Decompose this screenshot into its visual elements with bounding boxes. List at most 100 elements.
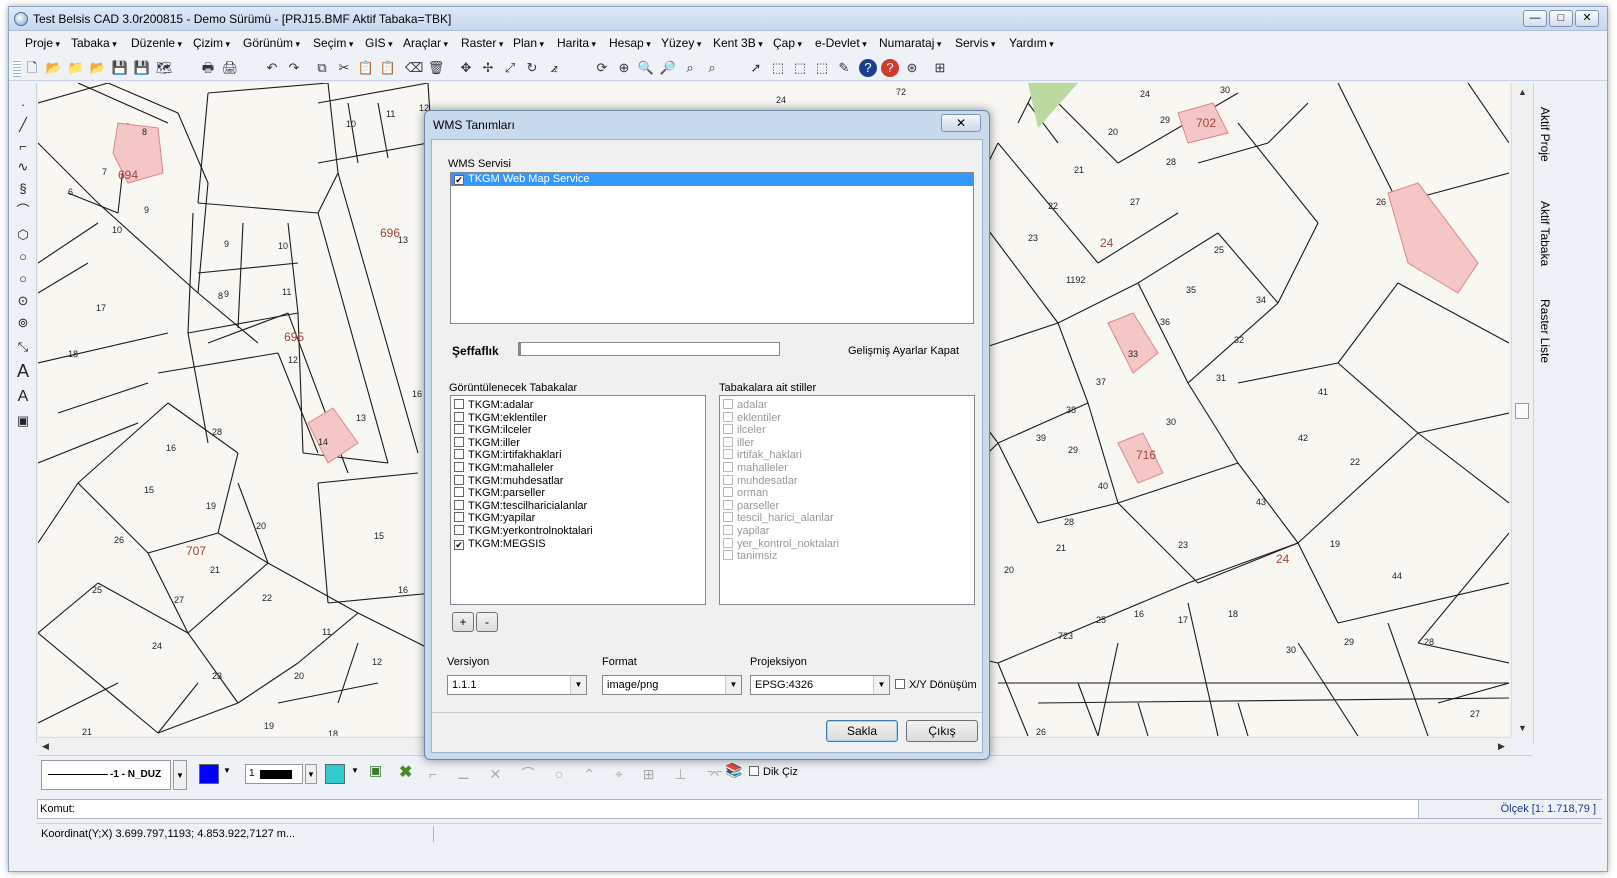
dik-ciz-checkbox[interactable]: [749, 766, 759, 776]
exit-button[interactable]: Çıkış: [906, 720, 978, 742]
zoom-in-icon[interactable]: 🔍: [637, 59, 655, 77]
dik-ciz-toggle[interactable]: Dik Çiz: [749, 766, 798, 778]
scroll-down-icon[interactable]: ▼: [1518, 723, 1527, 733]
layer-item[interactable]: TKGM:parseller: [451, 487, 705, 500]
dialog-close-button[interactable]: ✕: [941, 114, 981, 132]
menu-kent-3b[interactable]: Kent 3B: [713, 36, 763, 50]
layer-item[interactable]: TKGM:eklentiler: [451, 411, 705, 425]
picture-icon[interactable]: ▣: [369, 762, 389, 782]
menu-seçim[interactable]: Seçim: [313, 36, 353, 50]
projection-select[interactable]: EPSG:4326 ▼: [750, 675, 890, 695]
circle-icon[interactable]: ○: [15, 249, 31, 265]
command-bar[interactable]: Komut: Ölçek [1: 1.718,79 ]: [37, 799, 1602, 819]
line-color-swatch[interactable]: [199, 764, 219, 784]
menu-çap[interactable]: Çap: [773, 36, 802, 50]
version-dropdown-icon[interactable]: ▼: [570, 676, 586, 694]
save-button[interactable]: Sakla: [826, 720, 898, 742]
menu-servis[interactable]: Servis: [955, 36, 995, 50]
layer-item[interactable]: TKGM:muhdesatlar: [451, 474, 705, 488]
menu-yardım[interactable]: Yardım: [1009, 36, 1054, 50]
layer-item[interactable]: TKGM:yerkontrolnoktalari: [451, 524, 705, 538]
paste-special-icon[interactable]: 📋: [379, 59, 397, 77]
layer-checkbox[interactable]: [454, 524, 464, 535]
wms-service-item[interactable]: ✔ TKGM Web Map Service: [451, 173, 973, 186]
transparency-slider[interactable]: [518, 342, 780, 356]
polygon-icon[interactable]: ⬡: [15, 227, 31, 243]
layer-item[interactable]: TKGM:tescilharicialanlar: [451, 499, 705, 513]
pan-icon[interactable]: ✢: [479, 59, 497, 77]
measure-icon[interactable]: ⦨: [545, 59, 563, 77]
layer-item[interactable]: TKGM:mahalleler: [451, 461, 705, 475]
layer-checkbox[interactable]: [454, 411, 464, 422]
move-icon[interactable]: ✥: [457, 59, 475, 77]
menu-plan[interactable]: Plan: [513, 36, 544, 50]
linetype-dropdown-icon[interactable]: ▼: [173, 760, 187, 790]
new-file-icon[interactable]: 🗋: [23, 59, 41, 77]
scroll-right-icon[interactable]: ▶: [1498, 741, 1505, 752]
menu-düzenle[interactable]: Düzenle: [131, 36, 182, 50]
copy-icon[interactable]: ⧉: [313, 59, 331, 77]
arc-icon[interactable]: ⌒: [15, 203, 31, 219]
advanced-settings-toggle[interactable]: Gelişmiş Ayarlar Kapat: [848, 345, 959, 357]
menu-proje[interactable]: Proje: [25, 36, 60, 50]
layer-checkbox[interactable]: [454, 436, 464, 447]
open-file-icon[interactable]: 📂: [45, 59, 63, 77]
scale-icon[interactable]: ⤢: [501, 59, 519, 77]
tab-active-layer[interactable]: Aktif Tabaka: [1538, 201, 1552, 266]
menu-e-devlet[interactable]: e-Devlet: [815, 36, 867, 50]
zoom-out-icon[interactable]: 🔎: [659, 59, 677, 77]
properties-icon[interactable]: ✎: [835, 59, 853, 77]
save-as-icon[interactable]: 💾: [133, 59, 151, 77]
layer-checkbox[interactable]: [454, 474, 464, 485]
vertical-scroll-thumb[interactable]: [1515, 403, 1529, 419]
layer-checkbox[interactable]: [454, 487, 464, 498]
point-icon[interactable]: ·: [15, 97, 31, 113]
text-outline-icon[interactable]: A: [15, 389, 31, 405]
menu-raster[interactable]: Raster: [461, 36, 503, 50]
binoculars-icon[interactable]: ⊛: [903, 59, 921, 77]
spline-icon[interactable]: ∿: [15, 159, 31, 175]
add-layer-button[interactable]: +: [452, 612, 474, 632]
undo-icon[interactable]: ↶: [263, 59, 281, 77]
menu-çizim[interactable]: Çizim: [193, 36, 230, 50]
maximize-button[interactable]: □: [1549, 10, 1573, 27]
google-icon[interactable]: 🗺: [155, 59, 173, 77]
layer-checkbox[interactable]: [454, 461, 464, 472]
curve-icon[interactable]: §: [15, 181, 31, 197]
rotate-icon[interactable]: ↻: [523, 59, 541, 77]
menu-tabaka[interactable]: Tabaka: [71, 36, 117, 50]
image-icon[interactable]: ▣: [15, 413, 31, 429]
line-icon[interactable]: ╱: [15, 117, 31, 133]
layers-list[interactable]: TKGM:adalar TKGM:eklentiler TKGM:ilceler TK…: [450, 395, 706, 605]
fill-color-dropdown-icon[interactable]: ▼: [351, 766, 359, 775]
linetype-select[interactable]: -1 - N_DUZ: [41, 760, 171, 790]
select-all-icon[interactable]: ⬚: [813, 59, 831, 77]
delete-icon[interactable]: 🗑: [427, 59, 445, 77]
zoom-center-icon[interactable]: ⊕: [615, 59, 633, 77]
menu-yüzey[interactable]: Yüzey: [661, 36, 701, 50]
minimize-button[interactable]: —: [1523, 10, 1547, 27]
layer-item[interactable]: TKGM:adalar: [451, 399, 705, 412]
tab-raster-list[interactable]: Raster Liste: [1538, 299, 1552, 363]
menu-görünüm[interactable]: Görünüm: [243, 36, 300, 50]
format-select[interactable]: image/png ▼: [602, 675, 742, 695]
cross-tool-icon[interactable]: ✖: [399, 762, 419, 782]
wms-service-list[interactable]: ✔ TKGM Web Map Service: [450, 172, 974, 324]
layer-item[interactable]: TKGM:ilceler: [451, 424, 705, 437]
layer-checkbox[interactable]: [454, 399, 464, 409]
layer-item[interactable]: TKGM:iller: [451, 436, 705, 450]
select-cross-icon[interactable]: ⬚: [791, 59, 809, 77]
menu-harita[interactable]: Harita: [557, 36, 596, 50]
menu-araçlar[interactable]: Araçlar: [403, 36, 448, 50]
tab-active-project[interactable]: Aktif Proje: [1538, 107, 1552, 162]
open-folder-icon[interactable]: 📁: [67, 59, 85, 77]
select-window-icon[interactable]: ⬚: [769, 59, 787, 77]
wms-service-checkbox[interactable]: ✔: [454, 175, 464, 185]
save-icon[interactable]: 💾: [111, 59, 129, 77]
menu-hesap[interactable]: Hesap: [609, 36, 651, 50]
menu-gis[interactable]: GIS: [365, 36, 393, 50]
zoom-window-icon[interactable]: ⌕: [681, 59, 699, 77]
circle-3p-icon[interactable]: ○: [15, 271, 31, 287]
line-color-dropdown-icon[interactable]: ▼: [223, 766, 231, 775]
line-width-select[interactable]: 1: [245, 764, 303, 784]
